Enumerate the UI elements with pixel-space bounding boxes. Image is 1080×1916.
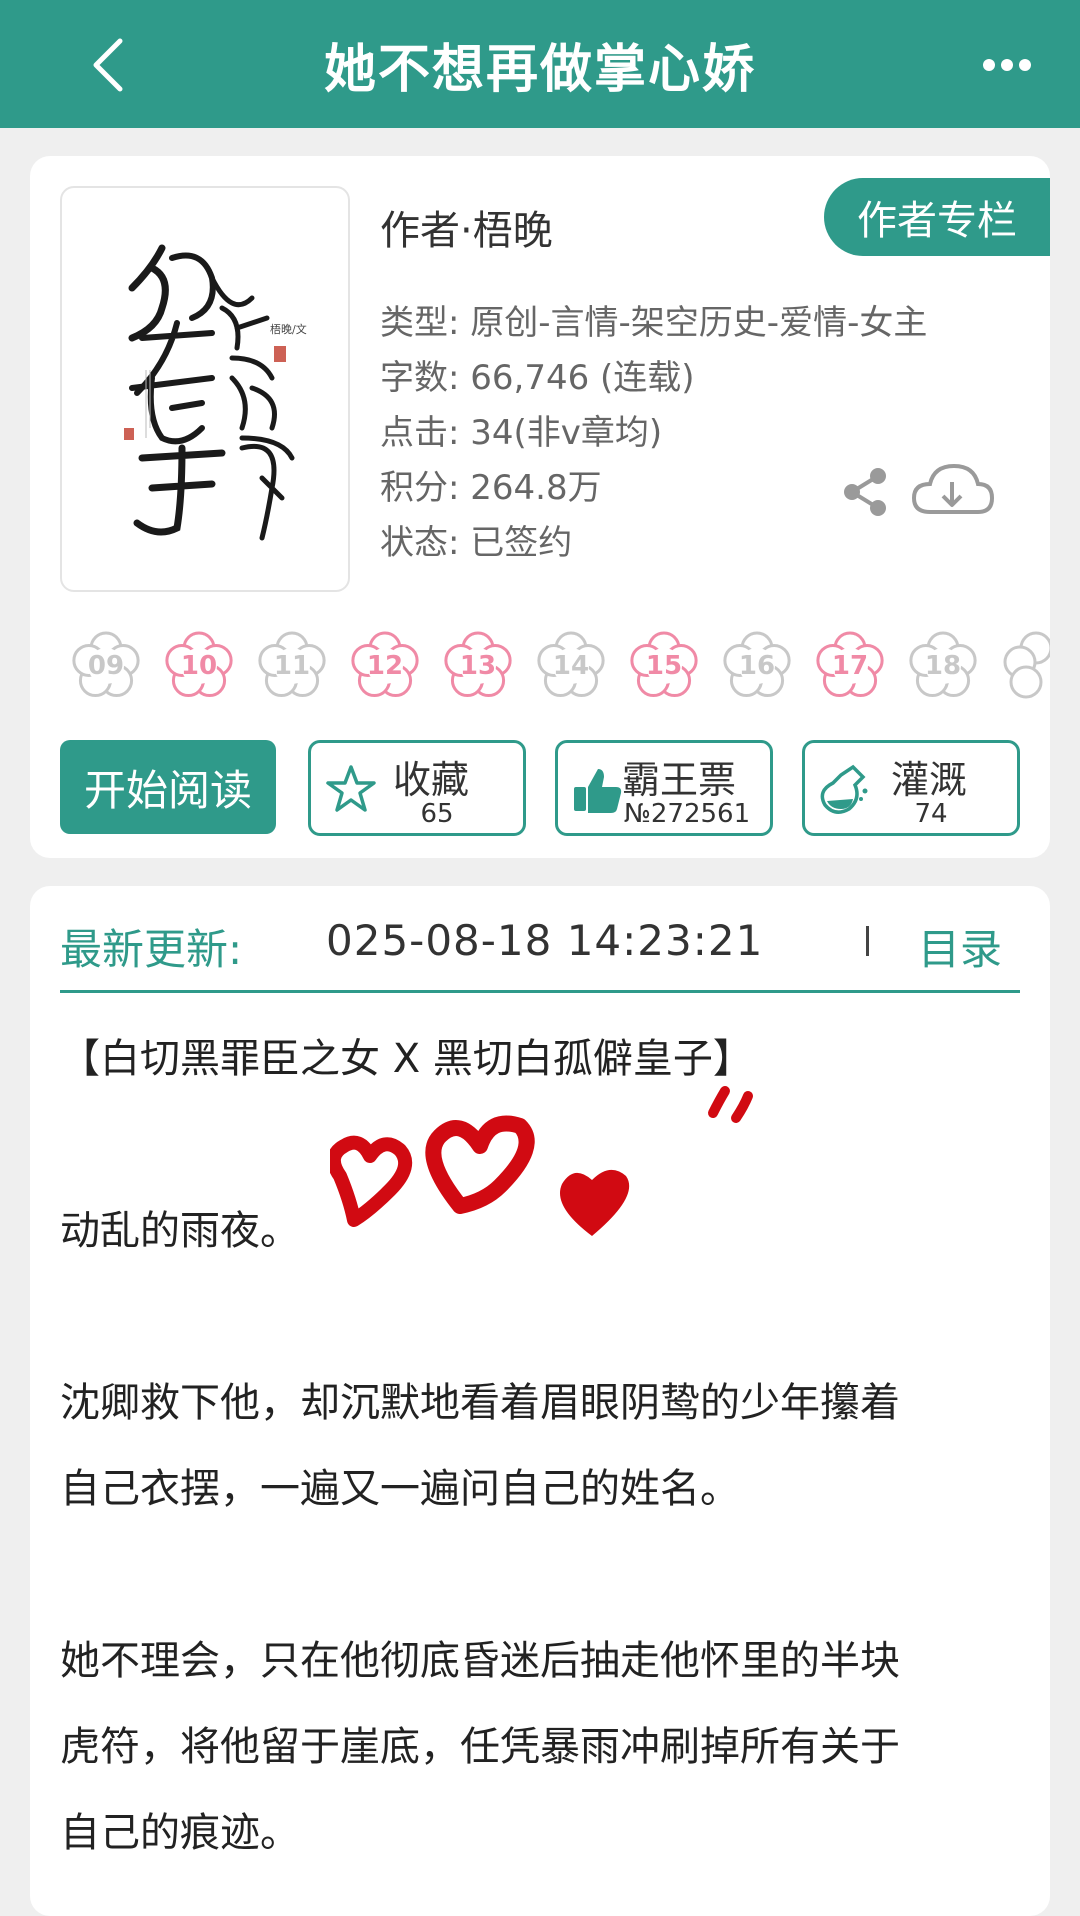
vote-button[interactable]: 霸王票 №272561	[555, 740, 773, 836]
author-column-button[interactable]: 作者专栏	[824, 178, 1050, 256]
intro-paragraph-2-line-1: 沈卿救下他，却沉默地看着眉眼阴鸷的少年攥着	[60, 1380, 900, 1426]
page-title: 她不想再做掌心娇	[323, 39, 756, 100]
cover-byline: 梧晚/文	[270, 322, 307, 336]
flower-badge: 18	[903, 624, 983, 704]
flower-badge: 16	[717, 624, 797, 704]
section-rule	[60, 990, 1020, 993]
cover-calligraphy-art: 梧晚/文	[124, 244, 307, 541]
author-name[interactable]: 作者·梧晚	[380, 198, 553, 256]
flower-badge: 17	[810, 624, 890, 704]
flower-number: 13	[459, 651, 497, 681]
book-info-card: 梧晚/文 作者·梧晚 作者专栏 类型: 原创-言情-架空历史-爱情-女主 字数:…	[30, 156, 1050, 858]
water-label: 灌溉	[891, 758, 968, 802]
water-button[interactable]: 灌溉 74	[802, 740, 1020, 836]
download-cloud-icon[interactable]	[910, 456, 994, 526]
heart-doodles-overlay	[330, 1086, 753, 1236]
flower-badge: 15	[624, 624, 704, 704]
latest-update-time: 025-08-18 14:23:21	[326, 916, 764, 965]
collect-count: 65	[420, 799, 454, 829]
collect-button[interactable]: 收藏 65	[308, 740, 526, 836]
meta-clicks: 点击: 34(非v章均)	[380, 413, 663, 453]
intro-paragraph-3-line-2: 虎符，将他留于崖底，任凭暴雨冲刷掉所有关于	[60, 1724, 900, 1770]
flower-number: 14	[552, 651, 590, 681]
chevron-left-icon	[93, 38, 123, 92]
intro-paragraph-2-line-2: 自己衣摆，一遍又一遍问自己的姓名。	[60, 1466, 740, 1512]
back-button[interactable]	[78, 20, 138, 110]
divider	[866, 926, 869, 956]
flower-badge-row: 09 10 11 12 13 14 15 16 17 18	[66, 624, 1050, 714]
flower-number: 12	[366, 651, 404, 681]
more-button[interactable]	[972, 30, 1042, 100]
flower-badge: 14	[531, 624, 611, 704]
book-cover[interactable]: 梧晚/文	[60, 186, 350, 592]
latest-update-label: 最新更新:	[60, 925, 243, 974]
flower-badge: 10	[159, 624, 239, 704]
flower-number: 18	[924, 651, 962, 681]
intro-paragraph-3-line-3: 自己的痕迹。	[60, 1810, 300, 1856]
water-count: 74	[914, 799, 948, 829]
flower-badge-partial	[996, 624, 1050, 704]
star-icon	[326, 765, 376, 812]
vote-label: 霸王票	[622, 758, 737, 802]
meta-status: 状态: 已签约	[380, 523, 573, 563]
intro-paragraph-3-line-1: 她不理会，只在他彻底昏迷后抽走他怀里的半块	[60, 1638, 900, 1684]
flower-badge: 09	[66, 624, 146, 704]
intro-card: 最新更新: 025-08-18 14:23:21 目录 【白切黑罪臣之女 X 黑…	[30, 886, 1050, 1916]
flask-icon	[820, 764, 868, 814]
meta-type: 类型: 原创-言情-架空历史-爱情-女主	[380, 303, 928, 343]
flower-badge: 12	[345, 624, 425, 704]
flower-badge: 13	[438, 624, 518, 704]
flower-number: 17	[831, 651, 869, 681]
flower-number: 09	[87, 651, 125, 681]
collect-label: 收藏	[393, 758, 470, 802]
flower-badge: 11	[252, 624, 332, 704]
more-dots-icon	[983, 59, 1031, 71]
flower-number: 16	[738, 651, 776, 681]
book-meta: 类型: 原创-言情-架空历史-爱情-女主 字数: 66,746 (连载) 点击:…	[380, 296, 927, 571]
flower-number: 15	[645, 651, 683, 681]
catalog-link[interactable]: 目录	[918, 916, 1002, 977]
flower-number: 10	[180, 651, 218, 681]
filled-heart-icon	[560, 1169, 630, 1236]
top-bar: 她不想再做掌心娇	[0, 0, 1080, 128]
flower-number: 11	[273, 651, 311, 681]
meta-word-count: 字数: 66,746 (连载)	[380, 358, 695, 398]
share-icon[interactable]	[838, 464, 894, 520]
start-reading-button[interactable]: 开始阅读	[60, 740, 276, 834]
vote-count: №272561	[623, 799, 751, 829]
